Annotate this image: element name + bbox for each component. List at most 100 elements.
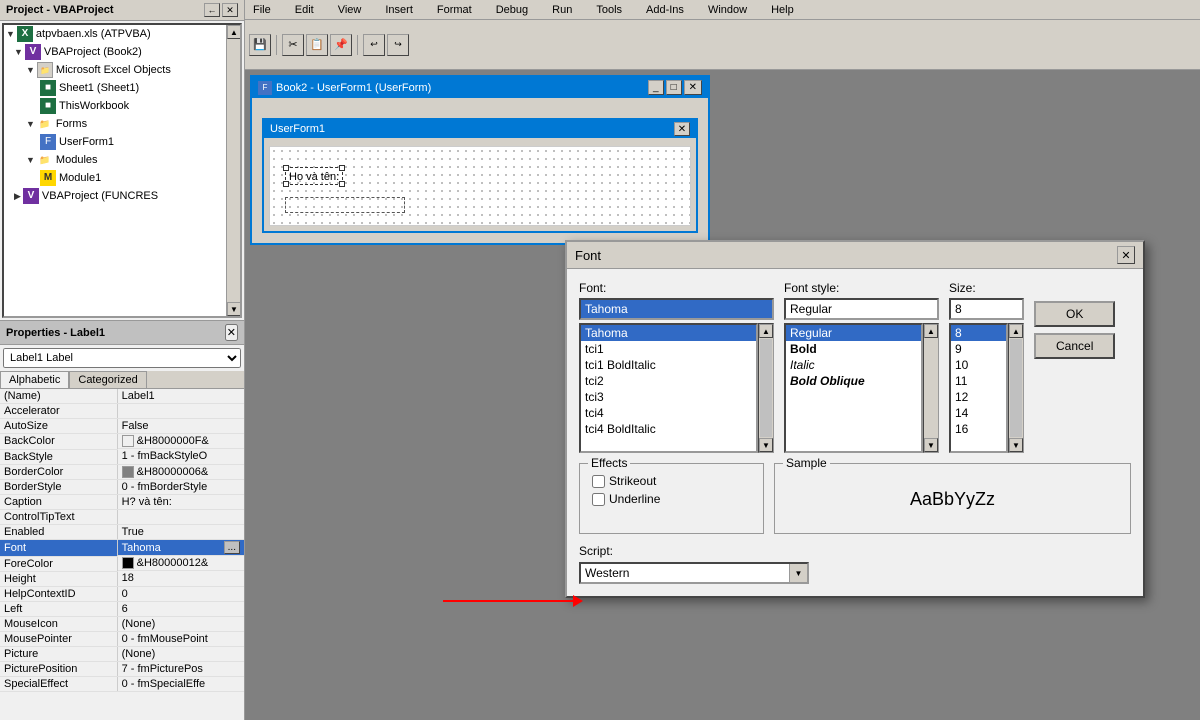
prop-value[interactable]: 0 - fmBorderStyle	[117, 480, 244, 495]
strikeout-checkbox[interactable]	[592, 475, 605, 488]
tree-close-btn[interactable]: ✕	[222, 3, 238, 17]
font-dialog-close-btn[interactable]: ✕	[1117, 246, 1135, 264]
style-regular[interactable]: Regular	[786, 325, 921, 341]
handle-br[interactable]	[339, 181, 345, 187]
font-list-item-tci1bold[interactable]: tci1 BoldItalic	[581, 357, 756, 373]
size-10[interactable]: 10	[951, 357, 1006, 373]
handle-bl[interactable]	[283, 181, 289, 187]
tree-toggle-btn[interactable]: ←	[204, 3, 220, 17]
size-12[interactable]: 12	[951, 389, 1006, 405]
font-list-item-tahoma[interactable]: Tahoma	[581, 325, 756, 341]
font-style-input[interactable]: Regular	[784, 298, 939, 320]
toolbar-redo-btn[interactable]: ↪	[387, 34, 409, 56]
font-scroll-up[interactable]: ▲	[759, 324, 773, 338]
toolbar-undo-btn[interactable]: ↩	[363, 34, 385, 56]
tree-item-vbaproject[interactable]: ▼ V VBAProject (Book2)	[4, 43, 226, 61]
menu-addins[interactable]: Add-Ins	[642, 2, 688, 18]
menu-debug[interactable]: Debug	[492, 2, 532, 18]
inner-form-close[interactable]: ✕	[674, 122, 690, 136]
prop-value[interactable]: 18	[117, 571, 244, 586]
font-scroll-down[interactable]: ▼	[759, 438, 773, 452]
prop-value[interactable]: &H8000000F&	[118, 434, 244, 449]
tree-scroll-up[interactable]: ▲	[227, 25, 241, 39]
handle-tr[interactable]	[339, 165, 345, 171]
prop-value[interactable]: 6	[117, 601, 244, 616]
menu-insert[interactable]: Insert	[381, 2, 417, 18]
handle-tl[interactable]	[283, 165, 289, 171]
style-scroll-down[interactable]: ▼	[924, 438, 938, 452]
menu-run[interactable]: Run	[548, 2, 576, 18]
size-input[interactable]: 8	[949, 298, 1024, 320]
tree-item-excel-objects[interactable]: ▼ 📁 Microsoft Excel Objects	[4, 61, 226, 79]
size-8[interactable]: 8	[951, 325, 1006, 341]
window-minimize-btn[interactable]: _	[648, 80, 664, 95]
tree-scroll-down[interactable]: ▼	[227, 302, 241, 316]
font-style-list[interactable]: Regular Bold Italic Bold Oblique	[784, 323, 923, 453]
tree-item-thisworkbook[interactable]: ■ ThisWorkbook	[4, 97, 226, 115]
prop-value[interactable]: False	[117, 419, 244, 434]
menu-tools[interactable]: Tools	[592, 2, 626, 18]
prop-value[interactable]: 1 - fmBackStyleO	[117, 449, 244, 464]
prop-value[interactable]: 0 - fmSpecialEffe	[117, 676, 244, 691]
tab-categorized[interactable]: Categorized	[69, 371, 146, 388]
prop-value[interactable]	[117, 510, 244, 525]
tree-item-forms[interactable]: ▼ 📁 Forms	[4, 115, 226, 133]
prop-value[interactable]: &H80000006&	[118, 465, 244, 480]
prop-value[interactable]: (None)	[117, 646, 244, 661]
tree-item-module1[interactable]: M Module1	[4, 169, 226, 187]
size-scroll-down[interactable]: ▼	[1009, 438, 1023, 452]
menu-window[interactable]: Window	[704, 2, 751, 18]
toolbar-save-btn[interactable]: 💾	[249, 34, 271, 56]
font-list-item-tci1[interactable]: tci1	[581, 341, 756, 357]
font-list-item-tci4bold[interactable]: tci4 BoldItalic	[581, 421, 756, 437]
prop-value[interactable]: 7 - fmPicturePos	[117, 661, 244, 676]
font-list-item-tci3[interactable]: tci3	[581, 389, 756, 405]
properties-close-btn[interactable]: ✕	[225, 324, 238, 341]
window-maximize-btn[interactable]: □	[666, 80, 682, 95]
prop-value[interactable]: Label1	[117, 389, 244, 404]
style-bold[interactable]: Bold	[786, 341, 921, 357]
style-bold-oblique[interactable]: Bold Oblique	[786, 373, 921, 389]
tree-item-sheet1[interactable]: ■ Sheet1 (Sheet1)	[4, 79, 226, 97]
size-scroll-up[interactable]: ▲	[1009, 324, 1023, 338]
menu-edit[interactable]: Edit	[291, 2, 318, 18]
tree-item-modules[interactable]: ▼ 📁 Modules	[4, 151, 226, 169]
font-list[interactable]: Tahoma tci1 tci1 BoldItalic tci2 tci3 tc…	[579, 323, 758, 453]
menu-view[interactable]: View	[334, 2, 366, 18]
size-list[interactable]: 8 9 10 11 12 14 16	[949, 323, 1008, 453]
toolbar-copy-btn[interactable]: 📋	[306, 34, 328, 56]
toolbar-paste-btn[interactable]: 📌	[330, 34, 352, 56]
tree-item-atpvba[interactable]: ▼ X atpvbaen.xls (ATPVBA)	[4, 25, 226, 43]
prop-value[interactable]: &H80000012&	[118, 556, 244, 571]
cancel-button[interactable]: Cancel	[1034, 333, 1115, 359]
tree-item-userform1[interactable]: F UserForm1	[4, 133, 226, 151]
menu-file[interactable]: File	[249, 2, 275, 18]
prop-value[interactable]: 0	[117, 586, 244, 601]
font-list-item-tci2[interactable]: tci2	[581, 373, 756, 389]
tab-alphabetic[interactable]: Alphabetic	[0, 371, 69, 388]
script-dropdown-btn[interactable]: ▼	[789, 564, 807, 582]
size-9[interactable]: 9	[951, 341, 1006, 357]
font-list-item-tci4[interactable]: tci4	[581, 405, 756, 421]
prop-value[interactable]: (None)	[117, 616, 244, 631]
prop-value[interactable]: Tahoma ...	[118, 540, 244, 556]
font-input[interactable]: Tahoma	[579, 298, 774, 320]
menu-help[interactable]: Help	[767, 2, 798, 18]
ok-button[interactable]: OK	[1034, 301, 1115, 327]
prop-value[interactable]	[117, 404, 244, 419]
prop-value[interactable]: True	[117, 525, 244, 540]
window-close-btn[interactable]: ✕	[684, 80, 702, 95]
properties-object-select[interactable]: Label1 Label	[3, 348, 241, 368]
tree-item-vbaproject-funcres[interactable]: ▶ V VBAProject (FUNCRES	[4, 187, 226, 205]
size-11[interactable]: 11	[951, 373, 1006, 389]
font-browse-btn[interactable]: ...	[224, 541, 240, 554]
toolbar-cut-btn[interactable]: ✂	[282, 34, 304, 56]
prop-value[interactable]: 0 - fmMousePoint	[117, 631, 244, 646]
size-14[interactable]: 14	[951, 405, 1006, 421]
prop-value[interactable]: H? và tên:	[117, 495, 244, 510]
size-16[interactable]: 16	[951, 421, 1006, 437]
style-scroll-up[interactable]: ▲	[924, 324, 938, 338]
underline-checkbox[interactable]	[592, 493, 605, 506]
style-italic[interactable]: Italic	[786, 357, 921, 373]
menu-format[interactable]: Format	[433, 2, 476, 18]
